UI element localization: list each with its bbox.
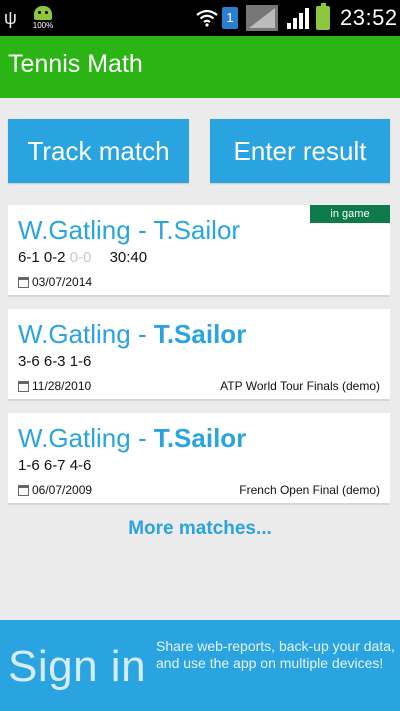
match-date: 03/07/2014: [32, 275, 93, 289]
app-bar: Tennis Math: [0, 36, 400, 98]
player-one: W.Gatling: [18, 423, 131, 453]
player-one: W.Gatling: [18, 319, 131, 349]
match-card[interactable]: W.Gatling - T.Sailor in game 6-1 0-2 0-0…: [8, 205, 390, 297]
match-score: 3-6 6-3 1-6: [18, 353, 91, 370]
set-scores: 6-1 0-2: [18, 249, 66, 266]
sim-indicator: 1: [222, 0, 238, 36]
match-score: 6-1 0-2 0-0 30:40: [18, 249, 147, 266]
track-match-button[interactable]: Track match: [8, 119, 189, 183]
calendar-icon: [18, 484, 29, 496]
match-card[interactable]: W.Gatling - T.Sailor 1-6 6-7 4-6 06/07/2…: [8, 413, 390, 505]
match-event: French Open Final (demo): [239, 483, 380, 497]
match-date: 06/07/2009: [32, 483, 93, 497]
game-points: 30:40: [109, 249, 148, 266]
match-date-row: 06/07/2009: [18, 483, 92, 497]
signal-icon: [246, 0, 278, 36]
calendar-icon: [18, 380, 29, 392]
clock: 23:52: [340, 5, 398, 30]
player-two: T.Sailor: [153, 319, 247, 349]
battery-icon: [316, 0, 330, 36]
app-title: Tennis Math: [8, 50, 143, 78]
status-badge: in game: [310, 205, 390, 223]
signal-icon: [286, 0, 310, 36]
wifi-icon: [196, 0, 218, 36]
set-scores: 1-6 6-7 4-6: [18, 457, 92, 474]
sign-in-description: Share web-reports, back-up your data, an…: [156, 638, 395, 671]
calendar-icon: [18, 276, 29, 288]
match-date-row: 11/28/2010: [18, 379, 91, 393]
enter-result-button[interactable]: Enter result: [210, 119, 390, 183]
players-separator: -: [130, 215, 154, 245]
usb-icon: ψ: [4, 7, 17, 28]
player-two: T.Sailor: [153, 423, 247, 453]
match-card[interactable]: W.Gatling - T.Sailor 3-6 6-3 1-6 11/28/2…: [8, 309, 390, 401]
player-two: T.Sailor: [153, 215, 241, 245]
match-players: W.Gatling - T.Sailor: [18, 319, 246, 350]
sign-in-panel[interactable]: Sign in Share web-reports, back-up your …: [0, 620, 400, 711]
status-bar: ψ 100% 1 23:52: [0, 0, 400, 36]
current-game-score: 0-0: [69, 249, 92, 266]
players-separator: -: [130, 423, 154, 453]
match-date-row: 03/07/2014: [18, 275, 92, 289]
match-score: 1-6 6-7 4-6: [18, 457, 91, 474]
battery-percent: 100%: [32, 21, 54, 30]
match-date: 11/28/2010: [32, 379, 92, 393]
player-one: W.Gatling: [18, 215, 131, 245]
match-players: W.Gatling - T.Sailor: [18, 423, 246, 454]
sign-in-title: Sign in: [8, 642, 147, 691]
match-players: W.Gatling - T.Sailor: [18, 215, 240, 246]
set-scores: 3-6 6-3 1-6: [18, 353, 92, 370]
players-separator: -: [130, 319, 154, 349]
more-matches-link[interactable]: More matches...: [0, 518, 400, 540]
match-event: ATP World Tour Finals (demo): [220, 379, 380, 393]
android-icon: 100%: [30, 0, 56, 36]
